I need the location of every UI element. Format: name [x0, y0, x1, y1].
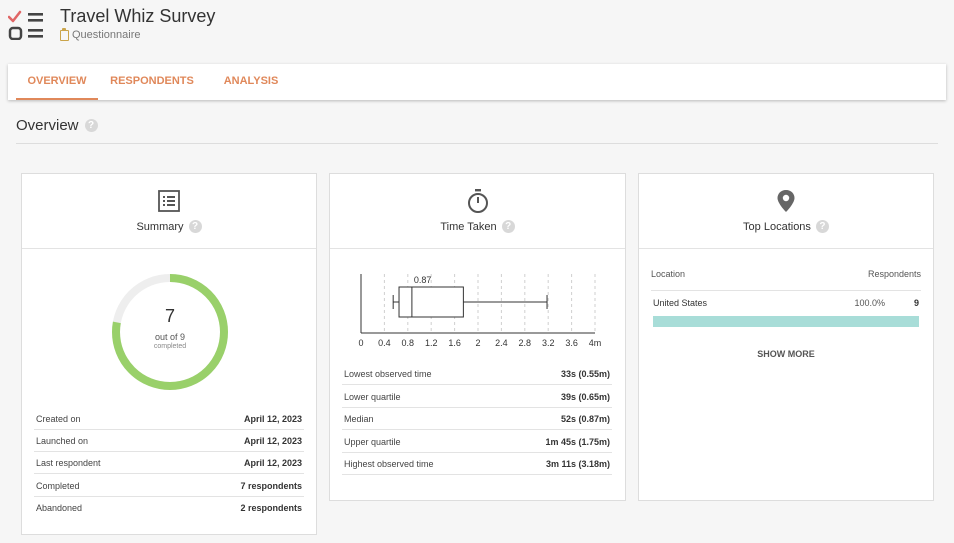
- x-tick-label: 1.6: [448, 338, 461, 348]
- completed-count: 7: [164, 306, 175, 326]
- time-row-label: Highest observed time: [344, 459, 434, 469]
- summary-row: Created on April 12, 2023: [34, 408, 304, 430]
- x-tick-label: 2.8: [519, 338, 532, 348]
- question-icon[interactable]: ?: [84, 119, 98, 132]
- location-percent: 100.0%: [854, 298, 885, 308]
- time-row-label: Lower quartile: [344, 392, 401, 402]
- summary-title: Summary ?: [22, 220, 316, 233]
- x-tick-label: 2: [475, 338, 480, 348]
- top-locations-title: Top Locations ?: [639, 220, 933, 233]
- summary-row: Abandoned 2 respondents: [34, 497, 304, 519]
- location-row: United States 100.0% 9: [651, 298, 921, 312]
- location-bar: [653, 316, 919, 327]
- location-column-header: Location: [651, 269, 686, 279]
- app-subtitle: Questionnaire: [60, 27, 141, 41]
- section-divider: [16, 143, 938, 144]
- show-more-button[interactable]: SHOW MORE: [639, 349, 933, 359]
- time-row-value: 3m 11s (3.18m): [545, 459, 610, 469]
- time-boxplot: 0 0.4 0.8 1.2 1.6 2 2.4 2.8 3.2 3.6 4m 0.87: [358, 274, 602, 348]
- question-icon[interactable]: ?: [188, 220, 202, 233]
- summary-row-label: Created on: [36, 414, 81, 424]
- top-locations-card: Top Locations ? Location Respondents Uni…: [638, 173, 934, 501]
- summary-row-value: April 12, 2023: [243, 414, 302, 424]
- checklist-logo-icon: [8, 10, 43, 40]
- tab-bar: OVERVIEW RESPONDENTS ANALYSIS: [8, 64, 946, 100]
- x-tick-label: 4m: [589, 338, 602, 348]
- time-row-value: 39s (0.65m): [560, 392, 610, 402]
- x-tick-label: 1.2: [425, 338, 438, 348]
- question-icon[interactable]: ?: [815, 220, 829, 233]
- time-taken-card: Time Taken ? 0 0.4 0.8 1.2 1.6 2 2.4 2.8 3.2 3.6 4…: [329, 173, 626, 501]
- summary-row-label: Completed: [36, 481, 80, 491]
- summary-card-header: Summary ?: [22, 174, 316, 249]
- time-row-label: Lowest observed time: [344, 369, 432, 379]
- time-row: Median 52s (0.87m): [342, 408, 612, 430]
- clipboard-icon: [60, 27, 69, 41]
- time-row: Lowest observed time 33s (0.55m): [342, 363, 612, 385]
- app-header: Travel Whiz Survey Questionnaire: [0, 0, 954, 50]
- section-title-text: Overview: [16, 117, 79, 134]
- summary-row: Completed 7 respondents: [34, 475, 304, 497]
- time-row-label: Median: [344, 414, 374, 424]
- x-tick-label: 3.6: [565, 338, 578, 348]
- time-taken-title: Time Taken ?: [330, 220, 625, 233]
- summary-title-text: Summary: [136, 220, 184, 233]
- x-tick-label: 0.4: [378, 338, 391, 348]
- completed-label: completed: [153, 343, 187, 350]
- location-count: 9: [913, 298, 919, 308]
- summary-row-value: 7 respondents: [240, 481, 302, 491]
- x-tick-label: 0: [358, 338, 363, 348]
- summary-row-label: Last respondent: [36, 458, 101, 468]
- top-locations-title-text: Top Locations: [743, 220, 811, 233]
- map-pin-icon: [777, 190, 795, 212]
- out-of-total: out of 9: [154, 332, 186, 342]
- time-row-value: 1m 45s (1.75m): [545, 437, 610, 447]
- x-tick-label: 0.8: [402, 338, 415, 348]
- summary-row-value: April 12, 2023: [243, 458, 302, 468]
- summary-card: Summary ? 7 out of 9 completed Created o…: [21, 173, 317, 535]
- locations-table-header: Location Respondents: [651, 269, 921, 291]
- median-label: 0.87: [414, 275, 432, 285]
- summary-row: Last respondent April 12, 2023: [34, 452, 304, 474]
- summary-row: Launched on April 12, 2023: [34, 430, 304, 452]
- time-row-label: Upper quartile: [344, 437, 401, 447]
- time-row: Upper quartile 1m 45s (1.75m): [342, 431, 612, 453]
- tab-analysis[interactable]: ANALYSIS: [216, 64, 286, 100]
- time-taken-card-header: Time Taken ?: [330, 174, 625, 249]
- x-tick-label: 2.4: [495, 338, 508, 348]
- tab-respondents[interactable]: RESPONDENTS: [104, 64, 200, 100]
- summary-row-value: April 12, 2023: [243, 436, 302, 446]
- x-tick-label: 3.2: [542, 338, 555, 348]
- question-icon[interactable]: ?: [501, 220, 515, 233]
- summary-row-label: Launched on: [36, 436, 89, 446]
- app-title: Travel Whiz Survey: [60, 6, 216, 26]
- time-row-value: 52s (0.87m): [560, 414, 610, 424]
- time-row-value: 33s (0.55m): [560, 369, 610, 379]
- location-bar-fill: [653, 316, 919, 327]
- summary-row-label: Abandoned: [36, 503, 83, 513]
- list-icon: [158, 190, 180, 212]
- top-locations-card-header: Top Locations ?: [639, 174, 933, 249]
- tab-overview[interactable]: OVERVIEW: [16, 64, 98, 100]
- location-name: United States: [653, 298, 708, 308]
- iqr-box: [398, 286, 464, 318]
- stopwatch-icon: [467, 189, 488, 213]
- completion-ring: 7 out of 9 completed: [108, 270, 232, 394]
- summary-row-value: 2 respondents: [240, 503, 302, 513]
- time-row: Highest observed time 3m 11s (3.18m): [342, 453, 612, 475]
- time-row: Lower quartile 39s (0.65m): [342, 386, 612, 408]
- app-subtitle-text: Questionnaire: [72, 29, 141, 41]
- respondents-column-header: Respondents: [867, 269, 921, 279]
- time-taken-title-text: Time Taken: [440, 220, 497, 233]
- section-title: Overview ?: [16, 117, 98, 134]
